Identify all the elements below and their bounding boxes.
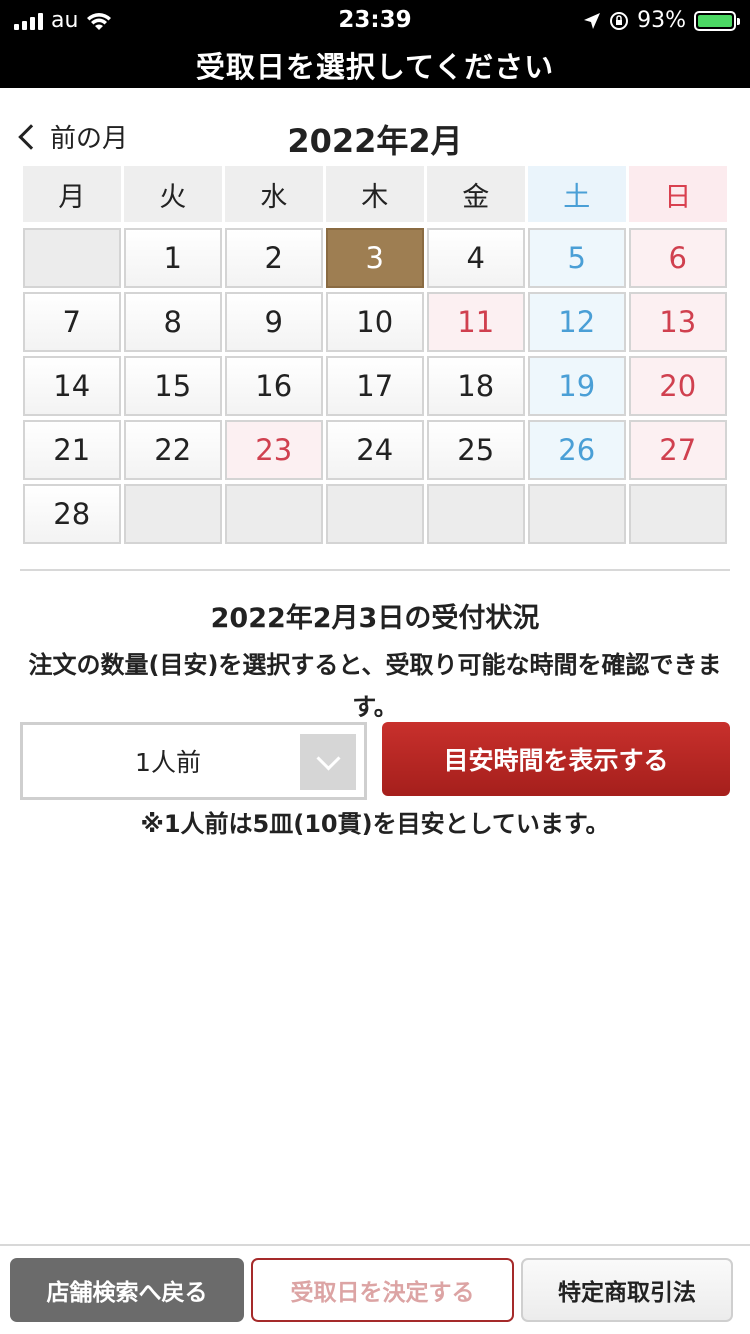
weekday-header: 土: [528, 166, 626, 222]
page-title: 受取日を選択してください: [195, 50, 555, 84]
quantity-note: ※1人前は5皿(10貫)を目安としています。: [140, 810, 610, 838]
reception-description: 注文の数量(目安)を選択すると、受取り可能な時間を確認できます。: [28, 651, 722, 721]
calendar-day-10[interactable]: 10: [326, 292, 424, 352]
calendar-empty-cell: [629, 484, 727, 544]
calendar-empty-cell: [124, 484, 222, 544]
calendar-day-3[interactable]: 3: [326, 228, 424, 288]
calendar-day-24[interactable]: 24: [326, 420, 424, 480]
calendar-day-8[interactable]: 8: [124, 292, 222, 352]
calendar-day-13[interactable]: 13: [629, 292, 727, 352]
calendar-day-23[interactable]: 23: [225, 420, 323, 480]
calendar-day-1[interactable]: 1: [124, 228, 222, 288]
battery-icon: [694, 10, 740, 31]
calendar-day-12[interactable]: 12: [528, 292, 626, 352]
weekday-header: 月: [23, 166, 121, 222]
weekday-header: 水: [225, 166, 323, 222]
rotation-lock-icon: [610, 11, 629, 30]
status-bar: au 23:39 93%: [0, 0, 750, 40]
weekday-header: 火: [124, 166, 222, 222]
calendar-empty-cell: [528, 484, 626, 544]
quantity-select[interactable]: 1人前: [20, 722, 367, 800]
calendar-day-26[interactable]: 26: [528, 420, 626, 480]
calendar-day-4[interactable]: 4: [427, 228, 525, 288]
calendar-empty-cell: [427, 484, 525, 544]
calendar-day-6[interactable]: 6: [629, 228, 727, 288]
calendar-grid: 月火水木金土日 1 2 3 4 5 6 7 8 9 10 11 12 13 14 15 16 17 18 19 20 21…: [23, 166, 727, 548]
calendar-day-18[interactable]: 18: [427, 356, 525, 416]
calendar-empty-cell: [23, 228, 121, 288]
calendar-day-28[interactable]: 28: [23, 484, 121, 544]
calendar-day-20[interactable]: 20: [629, 356, 727, 416]
month-title: 2022年2月: [287, 122, 463, 160]
chevron-down-icon: [300, 734, 356, 790]
quantity-select-value: 1人前: [135, 748, 201, 777]
calendar-day-17[interactable]: 17: [326, 356, 424, 416]
reception-status-title: 2022年2月3日の受付状況: [210, 603, 540, 634]
footer-bar: 店舗検索へ戻る 受取日を決定する 特定商取引法: [0, 1244, 750, 1334]
calendar-day-22[interactable]: 22: [124, 420, 222, 480]
calendar-empty-cell: [225, 484, 323, 544]
weekday-header: 日: [629, 166, 727, 222]
calendar-day-5[interactable]: 5: [528, 228, 626, 288]
location-arrow-icon: [584, 12, 601, 29]
weekday-header: 金: [427, 166, 525, 222]
calendar-day-25[interactable]: 25: [427, 420, 525, 480]
calendar-day-19[interactable]: 19: [528, 356, 626, 416]
calendar-day-21[interactable]: 21: [23, 420, 121, 480]
show-estimated-time-button[interactable]: 目安時間を表示する: [382, 722, 730, 796]
calendar-day-16[interactable]: 16: [225, 356, 323, 416]
decide-pickup-date-button[interactable]: 受取日を決定する: [251, 1258, 514, 1322]
calendar-day-27[interactable]: 27: [629, 420, 727, 480]
battery-percent: 93%: [637, 8, 686, 33]
calendar-day-7[interactable]: 7: [23, 292, 121, 352]
calendar-day-11[interactable]: 11: [427, 292, 525, 352]
calendar-day-9[interactable]: 9: [225, 292, 323, 352]
top-bar: au 23:39 93% 受取日を選択してください: [0, 0, 750, 88]
weekday-header: 木: [326, 166, 424, 222]
calendar-empty-cell: [326, 484, 424, 544]
back-to-store-search-button[interactable]: 店舗検索へ戻る: [10, 1258, 244, 1322]
calendar-day-15[interactable]: 15: [124, 356, 222, 416]
commercial-law-button[interactable]: 特定商取引法: [521, 1258, 733, 1322]
calendar-day-14[interactable]: 14: [23, 356, 121, 416]
calendar-day-2[interactable]: 2: [225, 228, 323, 288]
divider: [20, 569, 730, 571]
